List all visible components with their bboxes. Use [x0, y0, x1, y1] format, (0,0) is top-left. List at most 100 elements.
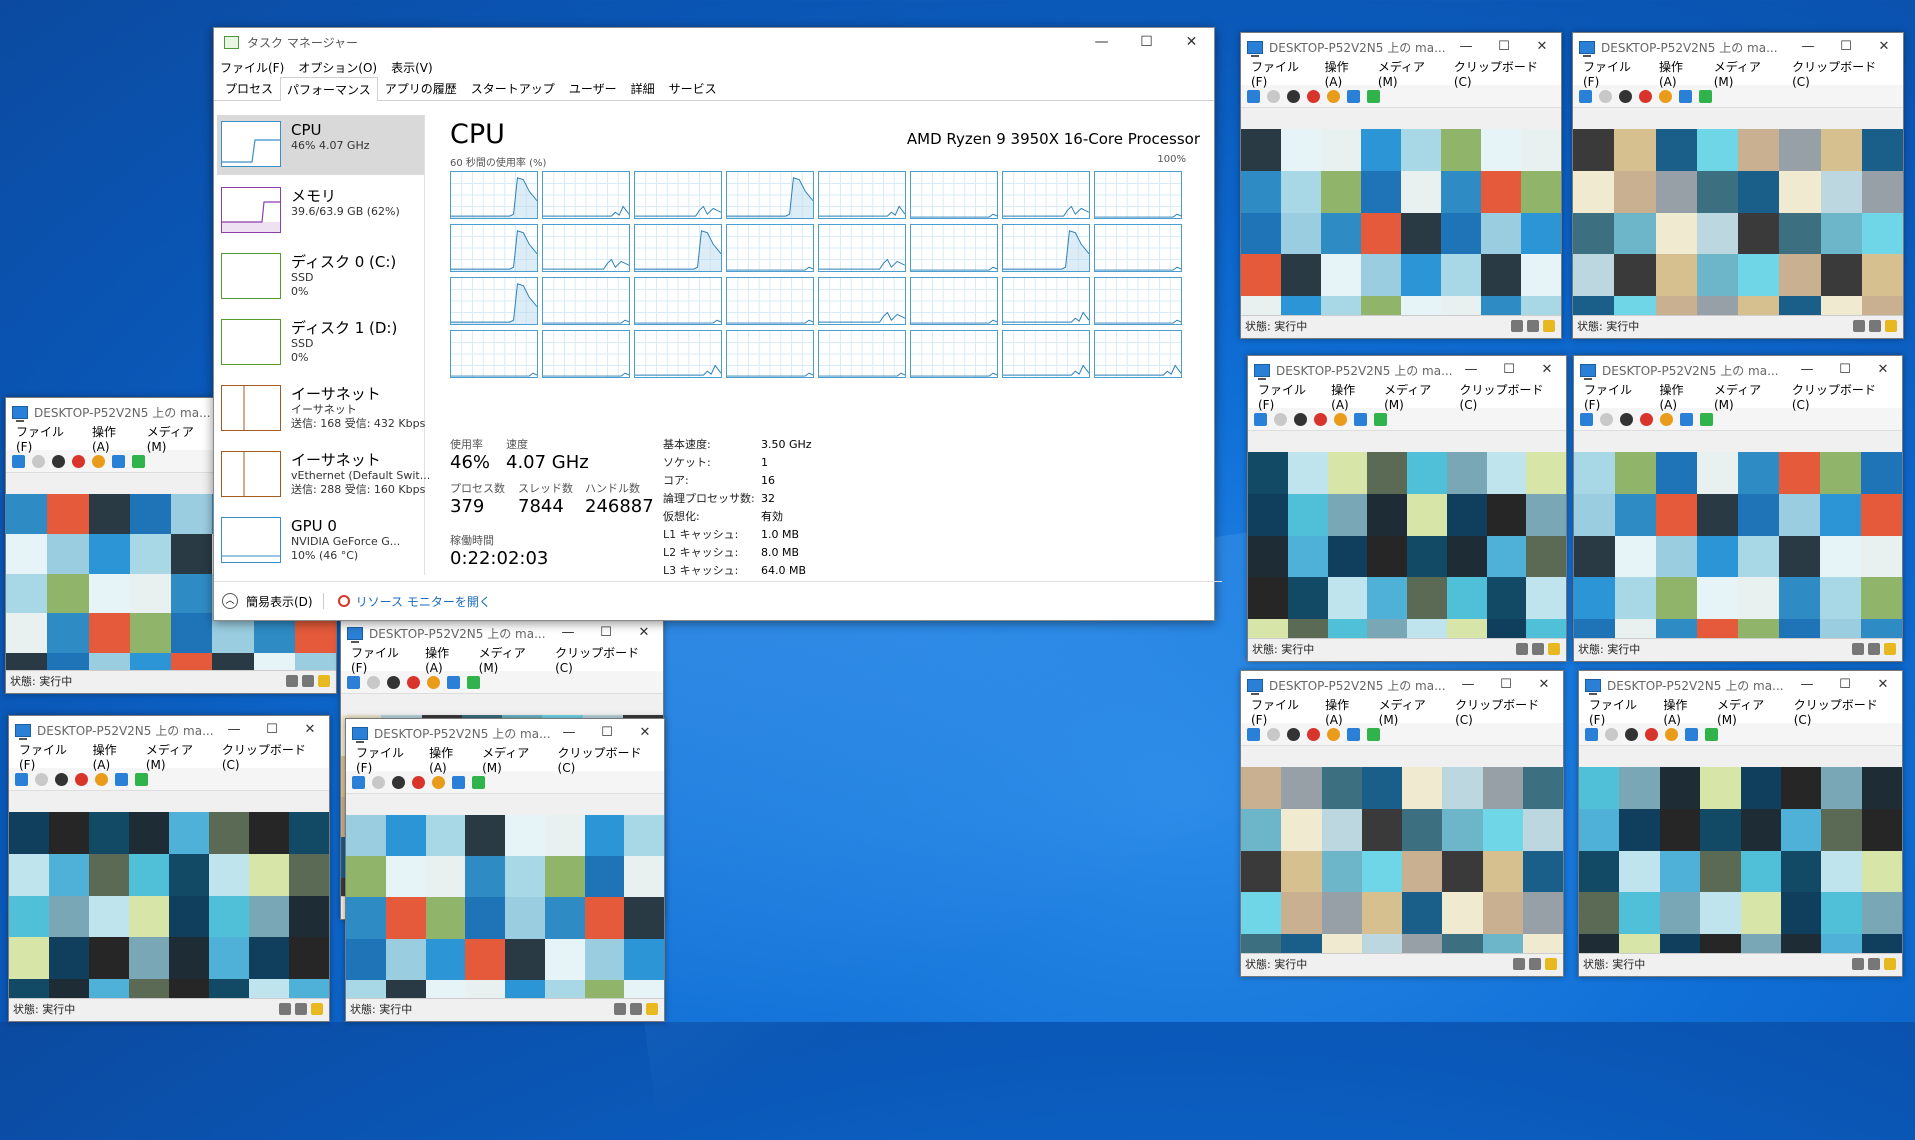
resource-monitor-link[interactable]: リソース モニターを開く	[337, 593, 491, 610]
menu-file[interactable]: ファイル(F)	[220, 59, 284, 76]
menu-media[interactable]: メディア(M)	[1714, 58, 1776, 89]
menu-file[interactable]: ファイル(F)	[1589, 696, 1647, 727]
vm-connection-window[interactable]: DESKTOP-P52V2N5 上の ma...—☐✕ファイル(F)操作(A)メ…	[8, 715, 330, 1022]
menu-clipboard[interactable]: クリップボード(C)	[555, 644, 647, 675]
menu-clipboard[interactable]: クリップボード(C)	[1455, 696, 1547, 727]
stop-icon[interactable]	[392, 775, 405, 789]
ctrl-alt-del-icon[interactable]	[1579, 89, 1592, 103]
minimize-button[interactable]: —	[1449, 671, 1487, 699]
shutdown-icon[interactable]	[1640, 412, 1653, 426]
reset-icon[interactable]	[1700, 412, 1713, 426]
maximize-button[interactable]: ☐	[1827, 33, 1865, 61]
ctrl-alt-del-icon[interactable]	[1585, 727, 1598, 741]
menu-file[interactable]: ファイル(F)	[1251, 696, 1309, 727]
power-icon[interactable]	[95, 772, 108, 786]
vm-connection-window[interactable]: DESKTOP-P52V2N5 上の ma...—☐✕ファイル(F)操作(A)メ…	[1573, 355, 1903, 662]
menu-clipboard[interactable]: クリップボード(C)	[222, 741, 313, 772]
menu-action[interactable]: 操作(A)	[1659, 58, 1698, 89]
tab-app-history[interactable]: アプリの履歴	[378, 76, 464, 100]
vm-title-bar[interactable]: DESKTOP-P52V2N5 上の ma...—☐✕	[9, 716, 329, 744]
menu-media[interactable]: メディア(M)	[1379, 696, 1439, 727]
stop-icon[interactable]	[52, 454, 65, 468]
close-button[interactable]: ✕	[291, 716, 329, 744]
reset-icon[interactable]	[467, 675, 480, 689]
maximize-button[interactable]: ☐	[1487, 671, 1525, 699]
reset-icon[interactable]	[132, 454, 145, 468]
menu-file[interactable]: ファイル(F)	[1251, 58, 1309, 89]
start-icon[interactable]	[372, 775, 385, 789]
vm-title-bar[interactable]: DESKTOP-P52V2N5 上の ma...—☐✕	[1241, 671, 1563, 699]
menu-action[interactable]: 操作(A)	[92, 423, 131, 454]
vm-title-bar[interactable]: DESKTOP-P52V2N5 上の ma...—☐✕	[341, 619, 663, 647]
menu-media[interactable]: メディア(M)	[147, 423, 209, 454]
task-manager-window[interactable]: タスク マネージャー — ☐ ✕ ファイル(F) オプション(O) 表示(V) …	[213, 27, 1222, 621]
ctrl-alt-del-icon[interactable]	[1247, 727, 1260, 741]
stop-icon[interactable]	[1294, 412, 1307, 426]
menu-clipboard[interactable]: クリップボード(C)	[1792, 381, 1886, 412]
close-button[interactable]: ✕	[1169, 28, 1214, 56]
vm-connection-window[interactable]: DESKTOP-P52V2N5 上の ma...—☐✕ファイル(F)操作(A)メ…	[1578, 670, 1903, 977]
menu-media[interactable]: メディア(M)	[1384, 381, 1443, 412]
pause-icon[interactable]	[447, 675, 460, 689]
vm-screen[interactable]	[1573, 129, 1903, 338]
menu-clipboard[interactable]: クリップボード(C)	[1460, 381, 1550, 412]
pause-icon[interactable]	[112, 454, 125, 468]
title-bar[interactable]: タスク マネージャー — ☐ ✕	[214, 28, 1214, 56]
start-icon[interactable]	[1605, 727, 1618, 741]
shutdown-icon[interactable]	[412, 775, 425, 789]
ctrl-alt-del-icon[interactable]	[15, 772, 28, 786]
vm-title-bar[interactable]: DESKTOP-P52V2N5 上の ma...—☐✕	[1579, 671, 1902, 699]
menu-options[interactable]: オプション(O)	[298, 59, 377, 76]
stop-icon[interactable]	[1620, 412, 1633, 426]
maximize-button[interactable]: ☐	[253, 716, 291, 744]
vm-connection-window[interactable]: DESKTOP-P52V2N5 上の ma...—☐✕ファイル(F)操作(A)メ…	[345, 718, 665, 1022]
start-icon[interactable]	[1274, 412, 1287, 426]
reset-icon[interactable]	[1699, 89, 1712, 103]
vm-connection-window[interactable]: DESKTOP-P52V2N5 上の ma...—☐✕ファイル(F)操作(A)メ…	[1247, 355, 1567, 662]
ctrl-alt-del-icon[interactable]	[1580, 412, 1593, 426]
vm-connection-window[interactable]: DESKTOP-P52V2N5 上の ma...—☐✕ファイル(F)操作(A)メ…	[1240, 670, 1564, 977]
vm-screen[interactable]	[346, 815, 664, 1021]
maximize-button[interactable]: ☐	[1124, 28, 1169, 56]
power-icon[interactable]	[1327, 89, 1340, 103]
pause-icon[interactable]	[1679, 89, 1692, 103]
power-icon[interactable]	[432, 775, 445, 789]
stop-icon[interactable]	[1619, 89, 1632, 103]
start-icon[interactable]	[1599, 89, 1612, 103]
menu-media[interactable]: メディア(M)	[1714, 381, 1776, 412]
chevron-up-icon[interactable]: ︿	[222, 593, 238, 609]
close-button[interactable]: ✕	[1525, 671, 1563, 699]
menu-media[interactable]: メディア(M)	[482, 744, 541, 775]
pause-icon[interactable]	[1347, 89, 1360, 103]
menu-media[interactable]: メディア(M)	[1378, 58, 1438, 89]
vm-screen[interactable]	[1248, 452, 1566, 661]
power-icon[interactable]	[427, 675, 440, 689]
pause-icon[interactable]	[1354, 412, 1367, 426]
close-button[interactable]: ✕	[1523, 33, 1561, 61]
sidebar-item-vethernet[interactable]: イーサネット vEthernet (Default Swit... 送信: 288 …	[217, 445, 430, 505]
shutdown-icon[interactable]	[1307, 89, 1320, 103]
shutdown-icon[interactable]	[1645, 727, 1658, 741]
menu-file[interactable]: ファイル(F)	[16, 423, 76, 454]
ctrl-alt-del-icon[interactable]	[1254, 412, 1267, 426]
close-button[interactable]: ✕	[1865, 33, 1903, 61]
sidebar-item-disk1[interactable]: ディスク 1 (D:) SSD 0%	[217, 313, 424, 373]
stop-icon[interactable]	[55, 772, 68, 786]
menu-action[interactable]: 操作(A)	[1325, 58, 1362, 89]
reset-icon[interactable]	[472, 775, 485, 789]
shutdown-icon[interactable]	[407, 675, 420, 689]
shutdown-icon[interactable]	[1314, 412, 1327, 426]
minimize-button[interactable]: —	[1789, 33, 1827, 61]
menu-clipboard[interactable]: クリップボード(C)	[1792, 58, 1887, 89]
minimize-button[interactable]: —	[1079, 28, 1124, 56]
menu-action[interactable]: 操作(A)	[429, 744, 466, 775]
power-icon[interactable]	[1334, 412, 1347, 426]
ctrl-alt-del-icon[interactable]	[12, 454, 25, 468]
vm-title-bar[interactable]: DESKTOP-P52V2N5 上の ma...—☐✕	[346, 719, 664, 747]
fewer-details-link[interactable]: 簡易表示(D)	[246, 593, 313, 610]
power-icon[interactable]	[1327, 727, 1340, 741]
minimize-button[interactable]: —	[1788, 356, 1826, 384]
shutdown-icon[interactable]	[1639, 89, 1652, 103]
shutdown-icon[interactable]	[1307, 727, 1320, 741]
tab-startup[interactable]: スタートアップ	[464, 76, 562, 100]
